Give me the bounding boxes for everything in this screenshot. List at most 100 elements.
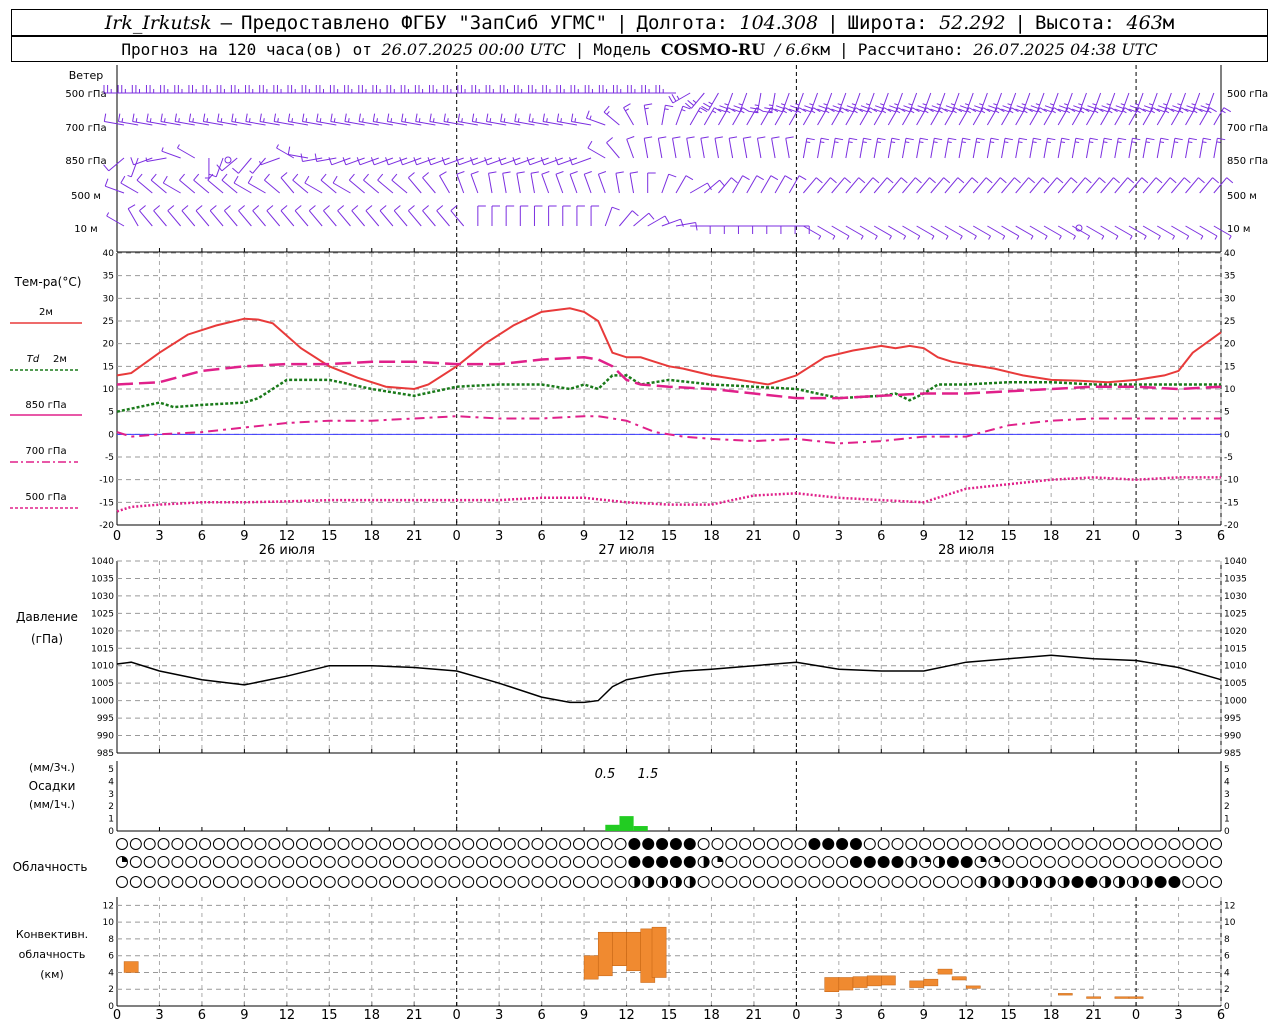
- cloud-circle: [614, 856, 627, 868]
- wind-barb-feather: [903, 105, 912, 109]
- wind-barb-shaft: [728, 138, 734, 159]
- cloud-circle: [1016, 838, 1029, 850]
- wind-barb-feather: [1018, 141, 1023, 144]
- cloud-circle: [116, 876, 128, 888]
- wind-barb: [457, 113, 478, 126]
- cloud-symbol: [711, 838, 724, 850]
- cloud-symbol: [212, 876, 225, 888]
- cloud-circle: [891, 838, 904, 850]
- wind-barb-feather: [644, 103, 653, 106]
- cloud-symbol: [337, 876, 350, 888]
- wind-barb: [315, 85, 337, 94]
- wind-barb-shaft: [1100, 138, 1105, 159]
- wind-barb-feather: [1205, 103, 1210, 106]
- cloud-circle: [1029, 838, 1042, 850]
- wind-barb: [1015, 137, 1028, 159]
- wind-barb-shaft: [247, 182, 266, 194]
- cloud-symbol: [753, 838, 766, 850]
- pressure-panel-y-tick-left: 1025: [91, 609, 114, 619]
- conv-panel-x-tick-label: 3: [495, 1008, 503, 1023]
- wind-barb: [675, 105, 691, 126]
- cloud-circle: [489, 856, 502, 868]
- cloud-symbol: [614, 838, 627, 850]
- wind-barb-feather: [1056, 177, 1064, 184]
- cloud-circle: [905, 838, 918, 850]
- wind-barb: [351, 205, 365, 227]
- cloud-symbol: [642, 856, 655, 868]
- temp-panel-y-tick-left: -15: [99, 498, 114, 508]
- wind-barb: [470, 157, 493, 166]
- wind-barb: [372, 113, 394, 126]
- conv-panel-x-tick-label: 6: [877, 1008, 885, 1023]
- cloud-circle: [905, 876, 918, 888]
- cloud-half: [662, 876, 668, 888]
- wind-barb-feather: [337, 205, 345, 212]
- wind-barb-shaft: [788, 175, 800, 194]
- wind-barb-shaft: [1128, 107, 1140, 126]
- wind-barb-shaft: [139, 210, 153, 227]
- wind-barb-shaft: [541, 174, 550, 194]
- conv-panel-x-tick-label: 21: [746, 1008, 763, 1023]
- wind-barb-feather: [342, 157, 347, 166]
- cloud-circle: [572, 876, 585, 888]
- meteogram-chart: Ветер500 гПа 500 гПа700 гПа 700 гПа850 гПа…: [10, 65, 1268, 1023]
- cloud-symbol: [296, 838, 309, 850]
- cloud-circle: [462, 856, 475, 868]
- wind-barb-feather: [121, 118, 124, 123]
- wind-barb-shaft: [930, 107, 942, 126]
- wind-barb-feather: [516, 171, 525, 174]
- wind-barb: [598, 85, 620, 94]
- cloud-circle: [836, 856, 849, 868]
- cloud-circle: [503, 856, 516, 868]
- wind-barb-shaft: [136, 179, 153, 194]
- cloud-circle: [337, 838, 350, 850]
- wind-barb-feather: [390, 118, 393, 123]
- wind-barb: [1071, 137, 1084, 159]
- wind-barb-feather: [919, 141, 924, 144]
- cloud-symbol: [1168, 838, 1181, 850]
- cloud-symbol: [406, 876, 419, 888]
- cloud-symbol: [891, 856, 904, 868]
- wind-barb-feather: [1049, 103, 1054, 106]
- wind-barb-feather: [988, 235, 991, 240]
- cloud-circle: [489, 838, 502, 850]
- wind-barb-feather: [1143, 105, 1152, 109]
- wind-barb-feather: [1078, 103, 1083, 106]
- pressure-panel-y-tick-right: 1000: [1224, 697, 1247, 707]
- temp-panel-y-tick-right: 40: [1224, 249, 1236, 259]
- cloud-circle: [725, 856, 738, 868]
- cloud-circle: [614, 876, 627, 888]
- wind-barb-feather: [450, 205, 458, 212]
- wind-barb-feather: [216, 164, 223, 172]
- wind-barb-shaft: [661, 218, 681, 227]
- wind-barb-shaft: [238, 210, 252, 227]
- conv-box: [612, 931, 627, 967]
- wind-row-3: [104, 171, 1234, 194]
- wind-barb-shaft: [294, 210, 309, 227]
- wind-barb: [626, 136, 635, 159]
- cloud-circle: [572, 856, 585, 868]
- cloud-symbol: [240, 856, 253, 868]
- wind-barb-feather: [672, 136, 681, 139]
- cloud-symbol: [1016, 876, 1029, 888]
- cloud-circle: [531, 838, 544, 850]
- cloud-circle: [711, 838, 724, 850]
- wind-barb-feather: [686, 136, 695, 139]
- cloud-circle: [157, 876, 170, 888]
- conv-box: [651, 926, 667, 978]
- wind-barb-feather: [1094, 110, 1099, 114]
- wind-barb: [195, 205, 210, 227]
- wind-barb-feather: [127, 204, 136, 210]
- wind-barb-shaft: [1142, 107, 1154, 126]
- wind-barb-feather: [975, 141, 981, 144]
- wind-barb-feather: [1174, 141, 1179, 144]
- wind-barb-shaft: [718, 177, 732, 194]
- cloud-symbol: [656, 856, 669, 868]
- wind-barb-shaft: [163, 182, 181, 194]
- cloud-circle: [503, 876, 516, 888]
- wind-barb-shaft: [774, 175, 786, 194]
- cloud-circle: [1140, 856, 1153, 868]
- wind-barb-feather: [1148, 103, 1154, 106]
- cloud-circle: [739, 838, 752, 850]
- wind-barb-feather: [754, 104, 759, 107]
